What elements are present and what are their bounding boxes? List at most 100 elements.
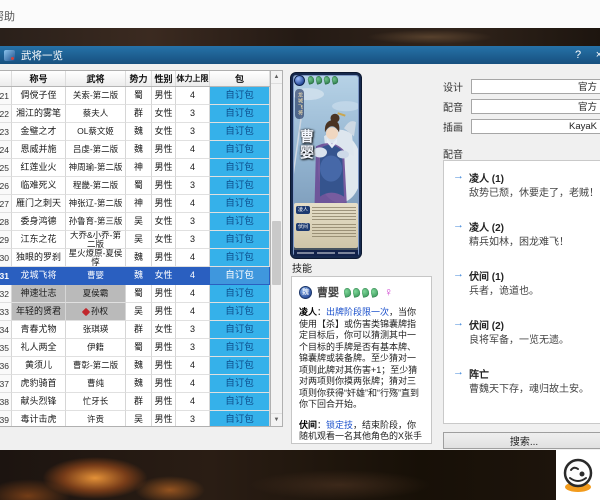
cell-pack-button[interactable]: 自订包 bbox=[210, 195, 270, 213]
voice-line-text: 曹魏天下存，魂归故土安。 bbox=[469, 384, 589, 395]
cell-general: 夏侯霸 bbox=[66, 285, 126, 303]
header-pack[interactable]: 包 bbox=[210, 71, 270, 86]
header-hp[interactable]: 体力上限 bbox=[176, 71, 210, 86]
cell-pack-button[interactable]: 自订包 bbox=[210, 285, 270, 303]
voice-input[interactable] bbox=[471, 98, 600, 114]
cell-pack-button[interactable]: 自订包 bbox=[210, 357, 270, 375]
table-row[interactable]: 523金璧之才OL蔡文姬魏女性3自订包 bbox=[0, 123, 271, 141]
header-faction[interactable]: 势力 bbox=[126, 71, 152, 86]
dialog-titlebar: 武将一览 ? × bbox=[0, 46, 600, 64]
cell-hp: 3 bbox=[176, 123, 210, 141]
cell-gender: 男性 bbox=[152, 159, 176, 177]
table-row[interactable]: 538献头烈锋忙牙长群男性4自订包 bbox=[0, 393, 271, 411]
cell-general: 孙鲁育-第三版 bbox=[66, 213, 126, 231]
table-row[interactable]: 525红莲业火神周瑜-第二版神男性4自订包 bbox=[0, 159, 271, 177]
scroll-down-icon[interactable]: ▼ bbox=[271, 413, 282, 426]
cell-pack-button[interactable]: 自订包 bbox=[210, 249, 270, 267]
background-artwork-top bbox=[0, 28, 600, 46]
scroll-up-icon[interactable]: ▲ bbox=[271, 71, 282, 84]
cell-pack-button[interactable]: 自订包 bbox=[210, 321, 270, 339]
cell-gender: 男性 bbox=[152, 195, 176, 213]
cell-pack-button[interactable]: 自订包 bbox=[210, 123, 270, 141]
cell-hp: 4 bbox=[176, 249, 210, 267]
header-general[interactable]: 武将 bbox=[66, 71, 126, 86]
cell-pack-button[interactable]: 自订包 bbox=[210, 213, 270, 231]
illustration-input[interactable] bbox=[471, 118, 600, 134]
skills-panel-header: 魏 曹婴 ♀ bbox=[292, 277, 431, 305]
cell-pack-button[interactable]: 自订包 bbox=[210, 375, 270, 393]
table-row[interactable]: 535礼人两全伊籍蜀男性3自订包 bbox=[0, 339, 271, 357]
table-row[interactable]: 529江东之花大乔&小乔-第二版吴女性3自订包 bbox=[0, 231, 271, 249]
cell-pack-button[interactable]: 自订包 bbox=[210, 267, 270, 285]
cell-general: 张琪瑛 bbox=[66, 321, 126, 339]
voice-skill-name: 伏间 (1) bbox=[469, 272, 504, 283]
table-row[interactable]: 530独眼的罗刹星火燎原-夏侯惇魏男性4自订包 bbox=[0, 249, 271, 267]
table-row[interactable]: 533年轻的贤君孙权吴男性4自订包 bbox=[0, 303, 271, 321]
row-number: 523 bbox=[0, 123, 12, 141]
table-row[interactable]: 528委身鸿德孙鲁育-第三版吴女性3自订包 bbox=[0, 213, 271, 231]
cell-hp: 3 bbox=[176, 177, 210, 195]
voice-entry[interactable]: → 伏间 (2) 良将军备，一览无遗。 bbox=[444, 317, 600, 347]
table-row[interactable]: 521倜傥子侄关索-第二版蜀男性4自订包 bbox=[0, 87, 271, 105]
table-row[interactable]: 522湘江的雾笔蔡夫人群女性3自订包 bbox=[0, 105, 271, 123]
scrollbar-thumb[interactable] bbox=[272, 221, 281, 285]
cell-hp: 3 bbox=[176, 105, 210, 123]
table-row[interactable]: 524恩威并施吕虔-第二版魏男性4自订包 bbox=[0, 141, 271, 159]
table-row[interactable]: 539毒计击虎许贡吴男性3自订包 bbox=[0, 411, 271, 426]
table-row[interactable]: 526临难死义程畿-第二版蜀男性3自订包 bbox=[0, 177, 271, 195]
cell-pack-button[interactable]: 自订包 bbox=[210, 159, 270, 177]
row-number: 531 bbox=[0, 267, 12, 285]
design-input[interactable] bbox=[471, 78, 600, 94]
voice-skill-name: 阵亡 bbox=[469, 370, 489, 381]
general-name: 曹婴 bbox=[317, 287, 339, 299]
skill-keyword: 出牌阶段限一次 bbox=[326, 307, 390, 317]
table-header-row: 称号 武将 势力 性别 体力上限 包 bbox=[0, 71, 271, 87]
cell-pack-button[interactable]: 自订包 bbox=[210, 105, 270, 123]
table-row[interactable]: 532神速壮志夏侯霸蜀男性4自订包 bbox=[0, 285, 271, 303]
cell-pack-button[interactable]: 自订包 bbox=[210, 141, 270, 159]
cell-title: 毒计击虎 bbox=[12, 411, 66, 426]
cell-hp: 4 bbox=[176, 285, 210, 303]
card-skill-text-lines bbox=[312, 207, 356, 220]
magatama-icon bbox=[360, 286, 371, 298]
cell-general: 关索-第二版 bbox=[66, 87, 126, 105]
voice-entry[interactable]: → 凌人 (1) 敌势已颓，休要走了，老贼！ bbox=[444, 170, 600, 200]
voice-field-row: 配音 bbox=[443, 98, 600, 114]
voice-entry[interactable]: → 凌人 (2) 精兵如林，困龙难飞！ bbox=[444, 219, 600, 249]
magatama-icon bbox=[323, 75, 331, 85]
cell-pack-button[interactable]: 自订包 bbox=[210, 339, 270, 357]
cell-faction: 蜀 bbox=[126, 339, 152, 357]
header-gender[interactable]: 性别 bbox=[152, 71, 176, 86]
card-skill-pill: 凌人 bbox=[296, 206, 311, 214]
dialog-body: 称号 武将 势力 性别 体力上限 包 521倜傥子侄关索-第二版蜀男性4自订包5… bbox=[0, 64, 600, 450]
cell-hp: 3 bbox=[176, 321, 210, 339]
cell-pack-button[interactable]: 自订包 bbox=[210, 411, 270, 426]
row-number: 537 bbox=[0, 375, 12, 393]
cell-pack-button[interactable]: 自订包 bbox=[210, 393, 270, 411]
voice-entry[interactable]: → 伏间 (1) 兵者，诡道也。 bbox=[444, 268, 600, 298]
search-button[interactable]: 搜索... bbox=[443, 432, 600, 449]
generals-table: 称号 武将 势力 性别 体力上限 包 521倜傥子侄关索-第二版蜀男性4自订包5… bbox=[0, 70, 271, 427]
cell-general: 蔡夫人 bbox=[66, 105, 126, 123]
header-title[interactable]: 称号 bbox=[12, 71, 66, 86]
table-row[interactable]: 537虎豹骑首曹纯魏男性4自订包 bbox=[0, 375, 271, 393]
titlebar-close-button[interactable]: × bbox=[591, 46, 600, 64]
cell-title: 金璧之才 bbox=[12, 123, 66, 141]
cell-faction: 魏 bbox=[126, 123, 152, 141]
table-row[interactable]: 536黄须儿曹彰-第二版魏男性4自订包 bbox=[0, 357, 271, 375]
titlebar-help-button[interactable]: ? bbox=[570, 46, 586, 64]
cell-pack-button[interactable]: 自订包 bbox=[210, 231, 270, 249]
table-row[interactable]: 527雁门之刺天神张辽-第二版神男性4自订包 bbox=[0, 195, 271, 213]
cell-pack-button[interactable]: 自订包 bbox=[210, 87, 270, 105]
magatama-icon bbox=[342, 286, 353, 298]
cell-pack-button[interactable]: 自订包 bbox=[210, 177, 270, 195]
cell-pack-button[interactable]: 自订包 bbox=[210, 303, 270, 321]
table-row[interactable]: 534青春尤物张琪瑛群女性3自订包 bbox=[0, 321, 271, 339]
card-general-name: 曹婴 bbox=[298, 129, 314, 161]
table-scrollbar[interactable]: ▲ ▼ bbox=[270, 70, 283, 427]
voice-list: → 凌人 (1) 敌势已颓，休要走了，老贼！ → 凌人 (2) 精兵如林，困龙难飞！ → 伏间… bbox=[443, 160, 600, 424]
menu-item-help[interactable]: 帮助 bbox=[0, 8, 15, 24]
table-row[interactable]: 531龙城飞将曹婴魏女性4自订包 bbox=[0, 267, 271, 285]
row-number: 529 bbox=[0, 231, 12, 249]
voice-entry[interactable]: → 阵亡 曹魏天下存，魂归故土安。 bbox=[444, 366, 600, 396]
